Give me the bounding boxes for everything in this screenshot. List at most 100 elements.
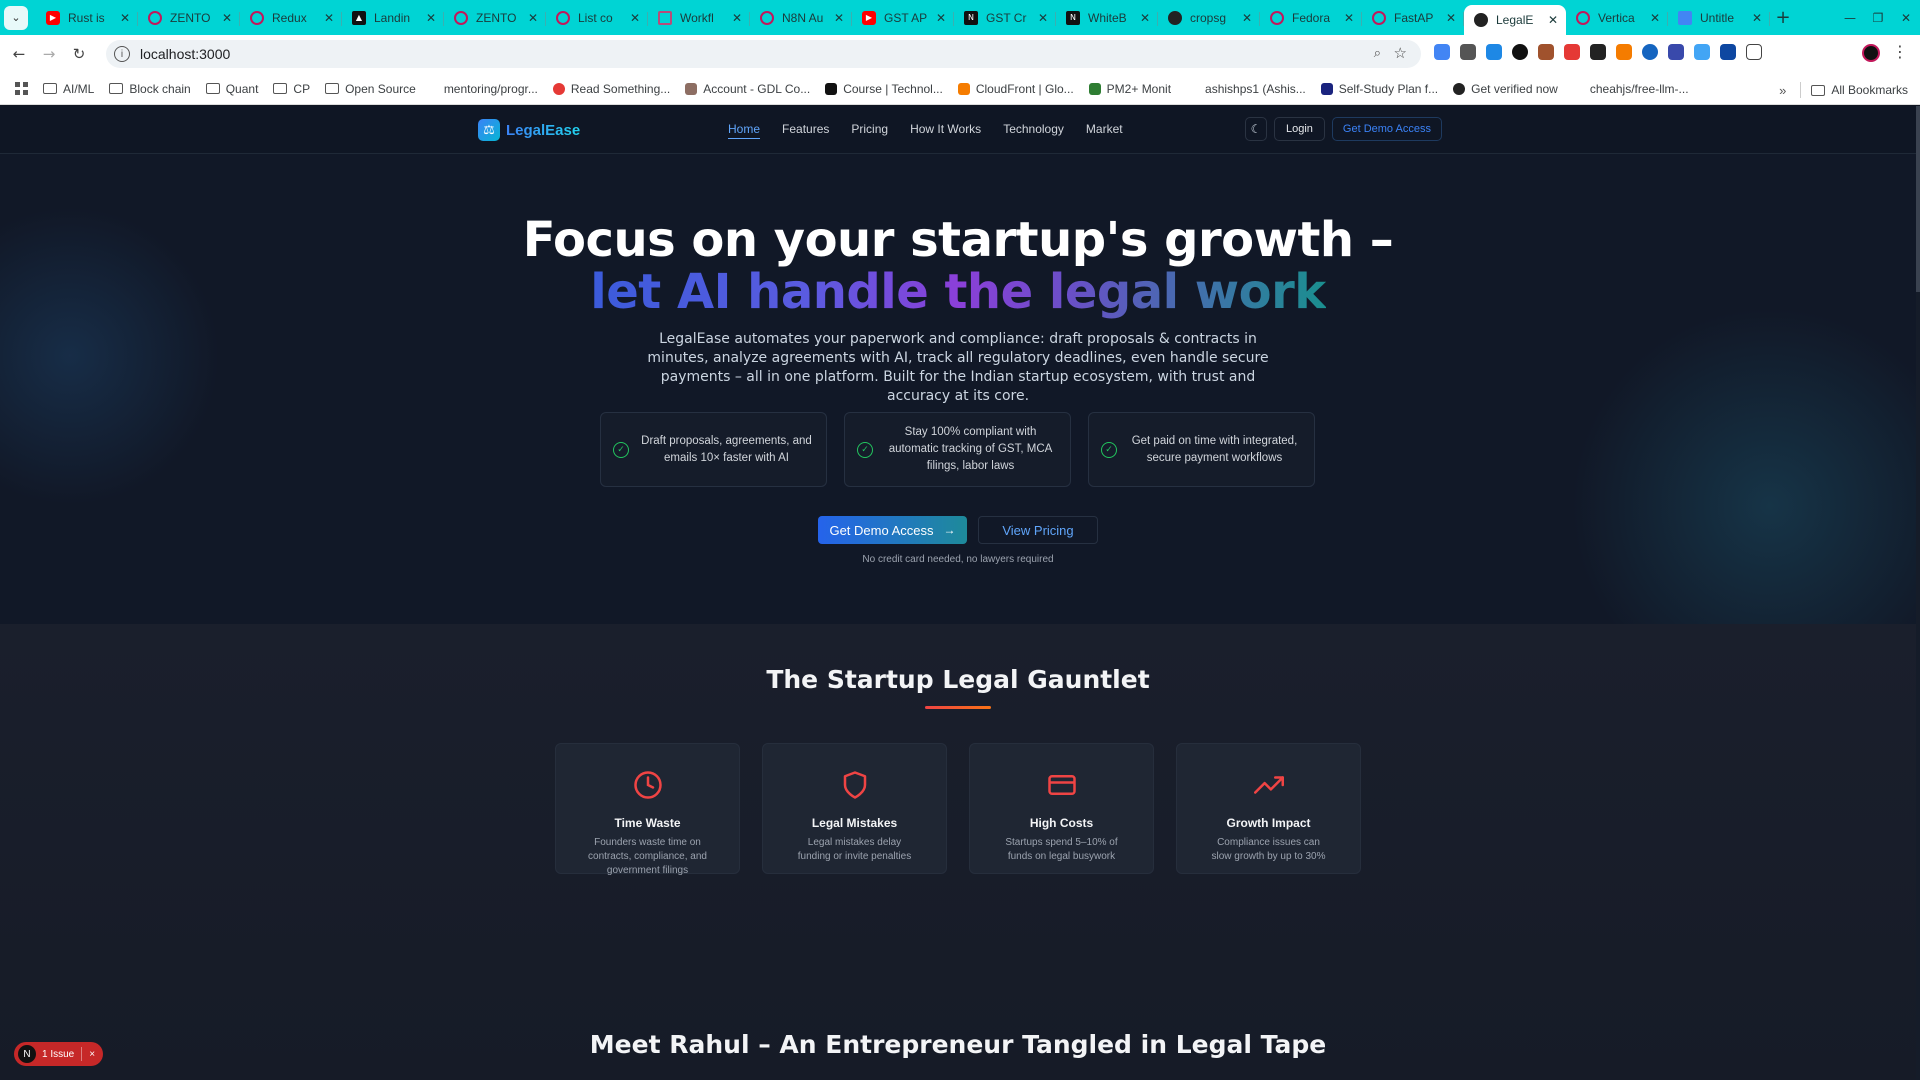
close-tab-icon[interactable]: ✕ (424, 11, 438, 25)
reload-icon[interactable]: ↻ (64, 45, 94, 63)
nav-demo-button[interactable]: Get Demo Access (1331, 117, 1442, 141)
browser-tab[interactable]: Vertica ✕ (1566, 4, 1668, 32)
zoom-icon[interactable]: ⌕ (1374, 46, 1381, 61)
bookmark-link[interactable]: ashishps1 (Ashis... (1205, 82, 1306, 96)
browser-tab[interactable]: ▶ Rust is ✕ (36, 4, 138, 32)
extension-icon[interactable] (1590, 44, 1606, 60)
close-tab-icon[interactable]: ✕ (1546, 13, 1560, 27)
close-tab-icon[interactable]: ✕ (1648, 11, 1662, 25)
metamask-extension-icon[interactable] (1616, 44, 1632, 60)
address-bar[interactable]: i localhost:3000 ⌕ ☆ (106, 40, 1421, 68)
browser-tab[interactable]: Workfl ✕ (648, 4, 750, 32)
restore-icon[interactable]: ❐ (1864, 11, 1892, 25)
nav-link-how-it-works[interactable]: How It Works (910, 122, 981, 139)
bookmark-link[interactable]: Read Something... (552, 82, 670, 96)
close-tab-icon[interactable]: ✕ (1342, 11, 1356, 25)
browser-tab[interactable]: ▲ Landin ✕ (342, 4, 444, 32)
bookmark-folder[interactable]: Quant (205, 82, 258, 96)
extension-icon[interactable] (1720, 44, 1736, 60)
browser-tab[interactable]: cropsg ✕ (1158, 4, 1260, 32)
page-scrollbar[interactable] (1916, 106, 1920, 1080)
close-tab-icon[interactable]: ✕ (1036, 11, 1050, 25)
close-icon[interactable]: × (89, 1049, 95, 1060)
site-info-icon[interactable]: i (114, 46, 130, 62)
minimize-icon[interactable]: — (1836, 11, 1864, 25)
browser-tab[interactable]: ▶ GST AP ✕ (852, 4, 954, 32)
scrollbar-thumb[interactable] (1916, 106, 1920, 292)
nav-link-pricing[interactable]: Pricing (851, 122, 888, 139)
chatgpt-icon (760, 10, 774, 25)
check-circle-icon: ✓ (857, 441, 873, 458)
new-tab-button[interactable]: + (1770, 7, 1796, 28)
extension-icon[interactable] (1512, 44, 1528, 60)
login-button[interactable]: Login (1274, 117, 1325, 141)
apps-grid-icon[interactable] (15, 81, 29, 96)
bookmark-link[interactable]: Get verified now (1453, 82, 1558, 96)
forward-arrow-icon[interactable]: → (34, 45, 64, 63)
browser-tab[interactable]: N8N Au ✕ (750, 4, 852, 32)
story-section-title: Meet Rahul – An Entrepreneur Tangled in … (589, 1030, 1327, 1059)
browser-tab[interactable]: ZENTO ✕ (444, 4, 546, 32)
bookmark-link[interactable]: PM2+ Monit (1088, 82, 1171, 96)
close-tab-icon[interactable]: ✕ (730, 11, 744, 25)
theme-toggle-moon-icon[interactable]: ☾ (1245, 117, 1267, 141)
close-tab-icon[interactable]: ✕ (322, 11, 336, 25)
browser-tab[interactable]: FastAP ✕ (1362, 4, 1464, 32)
close-window-icon[interactable]: ✕ (1892, 11, 1920, 25)
dev-issues-badge[interactable]: N 1 Issue × (14, 1042, 104, 1066)
bookmark-folder[interactable]: AI/ML (43, 82, 94, 96)
browser-menu-icon[interactable]: ⋮ (1892, 42, 1908, 61)
profile-avatar[interactable] (1862, 44, 1880, 62)
app-icon (1474, 13, 1488, 27)
browser-tab[interactable]: Untitle ✕ (1668, 4, 1770, 32)
url-text[interactable]: localhost:3000 (140, 46, 230, 62)
bookmark-folder[interactable]: Block chain (109, 82, 191, 96)
browser-tab[interactable]: ZENTO ✕ (138, 4, 240, 32)
close-tab-icon[interactable]: ✕ (1444, 11, 1458, 25)
back-arrow-icon[interactable]: ← (4, 45, 34, 63)
browser-tab[interactable]: Redux ✕ (240, 4, 342, 32)
brand-logo[interactable]: ⚖ LegalEase (478, 119, 580, 141)
close-tab-icon[interactable]: ✕ (1750, 11, 1764, 25)
bookmark-folder[interactable]: CP (273, 82, 310, 96)
nav-link-technology[interactable]: Technology (1003, 122, 1064, 139)
close-tab-icon[interactable]: ✕ (832, 11, 846, 25)
close-tab-icon[interactable]: ✕ (1138, 11, 1152, 25)
browser-tab[interactable]: List co ✕ (546, 4, 648, 32)
translate-extension-icon[interactable] (1434, 44, 1450, 60)
nav-link-home[interactable]: Home (728, 122, 761, 139)
close-tab-icon[interactable]: ✕ (1240, 11, 1254, 25)
nav-link-features[interactable]: Features (782, 122, 829, 139)
bookmark-link[interactable]: Self-Study Plan f... (1320, 82, 1438, 96)
bookmark-link[interactable]: Account - GDL Co... (685, 82, 810, 96)
extension-icon[interactable] (1538, 44, 1554, 60)
close-tab-icon[interactable]: ✕ (526, 11, 540, 25)
browser-tab[interactable]: N GST Cr ✕ (954, 4, 1056, 32)
bookmark-link[interactable]: mentoring/progr... (444, 82, 538, 96)
extension-icon[interactable] (1642, 44, 1658, 60)
more-bookmarks-icon[interactable]: » (1779, 83, 1786, 98)
close-tab-icon[interactable]: ✕ (628, 11, 642, 25)
view-pricing-button[interactable]: View Pricing (978, 516, 1098, 544)
extensions-puzzle-icon[interactable] (1746, 44, 1762, 60)
browser-tab[interactable]: Fedora ✕ (1260, 4, 1362, 32)
nav-link-market[interactable]: Market (1086, 122, 1123, 139)
bookmark-folder[interactable]: Open Source (325, 82, 416, 96)
pocket-extension-icon[interactable] (1460, 44, 1476, 60)
extension-icon[interactable] (1564, 44, 1580, 60)
close-tab-icon[interactable]: ✕ (220, 11, 234, 25)
browser-tab-active[interactable]: LegalE ✕ (1464, 5, 1566, 35)
browser-tab[interactable]: N WhiteB ✕ (1056, 4, 1158, 32)
close-tab-icon[interactable]: ✕ (118, 11, 132, 25)
all-bookmarks-button[interactable]: All Bookmarks (1811, 83, 1908, 97)
extension-icon[interactable] (1668, 44, 1684, 60)
close-tab-icon[interactable]: ✕ (934, 11, 948, 25)
bookmark-star-icon[interactable]: ☆ (1394, 44, 1407, 62)
bookmark-link[interactable]: cheahjs/free-llm-... (1590, 82, 1689, 96)
get-demo-access-button[interactable]: Get Demo Access → (818, 516, 967, 544)
extension-icon[interactable] (1694, 44, 1710, 60)
bookmark-link[interactable]: CloudFront | Glo... (957, 82, 1074, 96)
extension-icon[interactable] (1486, 44, 1502, 60)
tab-search-button[interactable]: ⌄ (4, 5, 28, 30)
bookmark-link[interactable]: Course | Technol... (825, 82, 943, 96)
